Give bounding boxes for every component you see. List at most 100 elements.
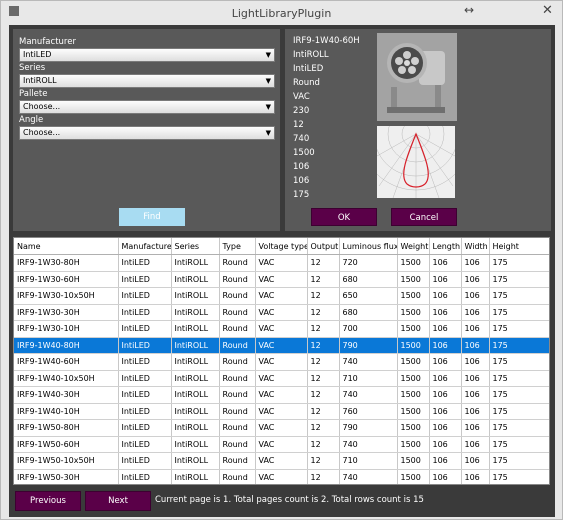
table-row[interactable]: IRF9-1W50-30H IntiLED IntiROLL Round VAC 12 74… <box>14 469 549 484</box>
table-cell: IntiLED <box>118 287 172 305</box>
table-cell: 12 <box>307 337 340 354</box>
column-header[interactable]: Series <box>171 238 220 255</box>
table-cell: IntiROLL <box>171 403 220 420</box>
results-table[interactable]: Name Manufacturer Series Type Voltage type Ou… <box>13 237 550 485</box>
resize-icon[interactable]: ↔ <box>464 3 474 17</box>
table-cell: 106 <box>429 370 462 387</box>
table-row[interactable]: IRF9-1W40-10x50H IntiLED IntiROLL Round VAC 1… <box>14 370 549 387</box>
table-cell: IntiROLL <box>171 254 220 272</box>
cancel-button[interactable]: Cancel <box>391 208 457 226</box>
ok-button[interactable]: OK <box>311 208 377 226</box>
table-cell: 106 <box>429 469 462 484</box>
table-cell: IntiROLL <box>171 452 220 470</box>
table-cell: IRF9-1W30-80H <box>14 254 119 272</box>
pagination-status: Current page is 1. Total pages count is … <box>155 495 424 505</box>
table-cell: IRF9-1W50-80H <box>14 419 119 437</box>
manufacturer-select[interactable]: IntiLED ▼ <box>19 48 275 62</box>
detail-width: 106 <box>293 176 310 186</box>
detail-name: IRF9-1W40-60H <box>293 36 360 46</box>
table-cell: 106 <box>461 419 490 437</box>
table-row[interactable]: IRF9-1W30-10x50H IntiLED IntiROLL Round VAC 1… <box>14 287 549 305</box>
table-row[interactable]: IRF9-1W40-30H IntiLED IntiROLL Round VAC 12 74… <box>14 386 549 404</box>
table-row[interactable]: IRF9-1W40-60H IntiLED IntiROLL Round VAC 12 74… <box>14 353 549 371</box>
chevron-down-icon: ▼ <box>265 129 271 137</box>
table-cell: VAC <box>255 254 308 272</box>
column-header[interactable]: Weight <box>397 238 430 255</box>
column-header[interactable]: Height <box>489 238 549 255</box>
table-cell: VAC <box>255 370 308 387</box>
table-cell: IntiROLL <box>171 353 220 371</box>
detail-manufacturer: IntiLED <box>293 64 324 74</box>
table-cell: 106 <box>461 353 490 371</box>
table-cell: IntiROLL <box>171 370 220 387</box>
table-cell: 1500 <box>397 386 430 404</box>
chevron-down-icon: ▼ <box>265 51 271 59</box>
table-cell: 106 <box>429 419 462 437</box>
table-row[interactable]: IRF9-1W30-30H IntiLED IntiROLL Round VAC 12 68… <box>14 304 549 321</box>
table-cell: IRF9-1W50-30H <box>14 469 119 484</box>
pallete-select[interactable]: Choose... ▼ <box>19 100 275 114</box>
column-header[interactable]: Voltage type <box>255 238 308 255</box>
table-cell: 740 <box>339 386 398 404</box>
table-cell: Round <box>219 320 256 338</box>
table-cell: IntiLED <box>118 419 172 437</box>
table-cell: VAC <box>255 469 308 484</box>
main-content: Manufacturer IntiLED ▼ Series IntiROLL ▼… <box>9 25 555 517</box>
column-header[interactable]: Output <box>307 238 340 255</box>
table-cell: 175 <box>489 287 549 305</box>
table-cell: 1500 <box>397 337 430 354</box>
table-cell: Round <box>219 304 256 321</box>
table-cell: IntiROLL <box>171 320 220 338</box>
table-cell: 175 <box>489 452 549 470</box>
table-cell: Round <box>219 337 256 354</box>
table-row[interactable]: IRF9-1W40-10H IntiLED IntiROLL Round VAC 12 76… <box>14 403 549 420</box>
table-cell: IntiLED <box>118 469 172 484</box>
table-cell: 106 <box>429 304 462 321</box>
table-cell: IRF9-1W30-10H <box>14 320 119 338</box>
title-bar[interactable]: LightLibraryPlugin ↔ ✕ <box>1 1 562 25</box>
table-cell: IntiLED <box>118 452 172 470</box>
detail-series: IntiROLL <box>293 50 329 60</box>
table-cell: 175 <box>489 337 549 354</box>
table-row[interactable]: IRF9-1W30-10H IntiLED IntiROLL Round VAC 12 70… <box>14 320 549 338</box>
table-cell: IntiLED <box>118 254 172 272</box>
table-cell: 1500 <box>397 304 430 321</box>
table-row[interactable]: IRF9-1W30-80H IntiLED IntiROLL Round VAC 12 72… <box>14 254 549 272</box>
table-row[interactable]: IRF9-1W50-10x50H IntiLED IntiROLL Round VAC 1… <box>14 452 549 470</box>
filter-panel: Manufacturer IntiLED ▼ Series IntiROLL ▼… <box>13 29 280 231</box>
table-cell: Round <box>219 469 256 484</box>
table-cell: 175 <box>489 271 549 288</box>
find-button[interactable]: Find <box>119 208 185 226</box>
table-cell: Round <box>219 271 256 288</box>
table-cell: 175 <box>489 304 549 321</box>
table-row[interactable]: IRF9-1W50-80H IntiLED IntiROLL Round VAC 12 79… <box>14 419 549 437</box>
table-cell: 175 <box>489 320 549 338</box>
table-cell: 710 <box>339 370 398 387</box>
angle-select[interactable]: Choose... ▼ <box>19 126 275 140</box>
series-select[interactable]: IntiROLL ▼ <box>19 74 275 88</box>
detail-length: 106 <box>293 162 310 172</box>
table-row[interactable]: IRF9-1W30-60H IntiLED IntiROLL Round VAC 12 68… <box>14 271 549 288</box>
column-header[interactable]: Name <box>14 238 119 255</box>
table-cell: 175 <box>489 419 549 437</box>
detail-height: 175 <box>293 190 310 200</box>
table-cell: 1500 <box>397 419 430 437</box>
table-cell: IRF9-1W30-30H <box>14 304 119 321</box>
column-header[interactable]: Manufacturer <box>118 238 172 255</box>
previous-button[interactable]: Previous <box>15 491 81 511</box>
table-row[interactable]: IRF9-1W40-80H IntiLED IntiROLL Round VAC 12 79… <box>14 337 549 354</box>
next-button[interactable]: Next <box>85 491 151 511</box>
table-cell: Round <box>219 353 256 371</box>
column-header[interactable]: Type <box>219 238 256 255</box>
table-row[interactable]: IRF9-1W50-60H IntiLED IntiROLL Round VAC 12 74… <box>14 436 549 453</box>
column-header[interactable]: Length <box>429 238 462 255</box>
column-header[interactable]: Width <box>461 238 490 255</box>
table-cell: 760 <box>339 403 398 420</box>
column-header[interactable]: Luminous flux <box>339 238 398 255</box>
detail-weight: 1500 <box>293 148 315 158</box>
table-cell: 12 <box>307 304 340 321</box>
table-cell: IRF9-1W40-10H <box>14 403 119 420</box>
close-icon[interactable]: ✕ <box>542 3 553 18</box>
table-cell: IntiROLL <box>171 337 220 354</box>
table-cell: 1500 <box>397 254 430 272</box>
